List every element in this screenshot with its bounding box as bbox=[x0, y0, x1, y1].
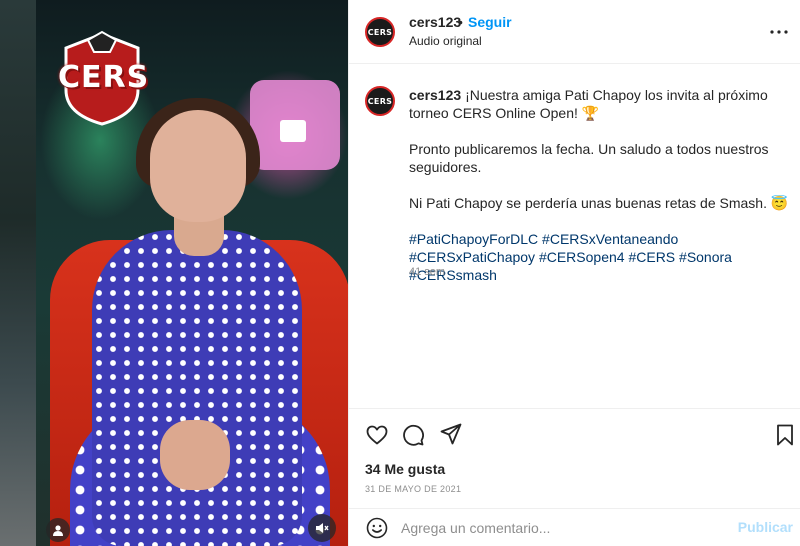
cers-logo: CERS bbox=[58, 30, 150, 126]
caption-section: CERS cers123 ¡Nuestra amiga Pati Chapoy … bbox=[349, 64, 800, 408]
header-username[interactable]: cers123 bbox=[409, 14, 461, 30]
audio-link[interactable]: Audio original bbox=[409, 34, 482, 48]
more-options-icon bbox=[770, 30, 788, 34]
comment-form: Publicar bbox=[349, 508, 800, 546]
user-icon bbox=[53, 525, 63, 536]
emoji-icon bbox=[366, 517, 388, 539]
caption-paragraph-1: ¡Nuestra amiga Pati Chapoy los invita al… bbox=[409, 87, 768, 121]
studio-sign-window bbox=[280, 120, 306, 142]
save-button[interactable] bbox=[773, 423, 797, 447]
avatar[interactable]: CERS bbox=[365, 17, 395, 47]
post-video[interactable]: CERS bbox=[0, 0, 348, 546]
post-details-panel: CERS cers123 • Seguir Audio original CER… bbox=[348, 0, 800, 546]
caption-paragraph-2: Pronto publicaremos la fecha. Un saludo … bbox=[409, 141, 769, 175]
emoji-button[interactable] bbox=[365, 516, 389, 540]
caption-text: cers123 ¡Nuestra amiga Pati Chapoy los i… bbox=[409, 86, 789, 302]
caption-paragraph-3: Ni Pati Chapoy se perdería unas buenas r… bbox=[409, 195, 789, 211]
avatar-text: CERS bbox=[367, 27, 393, 37]
tagged-user-button[interactable] bbox=[46, 518, 70, 542]
bookmark-icon bbox=[777, 424, 793, 446]
caption-hashtags[interactable]: #PatiChapoyForDLC #CERSxVentaneando #CER… bbox=[409, 230, 789, 284]
share-button[interactable] bbox=[439, 422, 463, 446]
share-icon bbox=[440, 423, 462, 445]
person-hands bbox=[160, 420, 230, 490]
video-background-left bbox=[0, 0, 36, 546]
caption-avatar[interactable]: CERS bbox=[365, 86, 395, 116]
caption-avatar-text: CERS bbox=[367, 96, 393, 106]
like-button[interactable] bbox=[365, 423, 389, 447]
post-header: CERS cers123 • Seguir Audio original bbox=[349, 0, 800, 64]
follow-button[interactable]: Seguir bbox=[468, 14, 512, 30]
caption-username[interactable]: cers123 bbox=[409, 87, 461, 103]
action-bar: 34 Me gusta 31 DE MAYO DE 2021 bbox=[349, 408, 800, 498]
separator-dot: • bbox=[458, 14, 463, 30]
post-date: 31 DE MAYO DE 2021 bbox=[365, 484, 462, 494]
comment-input[interactable] bbox=[401, 518, 721, 538]
cers-logo-text: CERS bbox=[58, 60, 150, 95]
post-comment-button[interactable]: Publicar bbox=[738, 519, 793, 535]
comment-icon bbox=[403, 424, 424, 446]
more-options-button[interactable] bbox=[767, 20, 791, 44]
caption-timestamp[interactable]: 41 sem bbox=[409, 266, 445, 278]
polka-dot-dress bbox=[92, 230, 302, 546]
heart-icon bbox=[366, 425, 388, 445]
likes-count[interactable]: 34 Me gusta bbox=[365, 461, 445, 477]
speaker-muted-icon bbox=[316, 523, 329, 533]
person-face bbox=[150, 110, 246, 222]
comment-button[interactable] bbox=[401, 423, 425, 447]
mute-button[interactable] bbox=[308, 514, 336, 542]
